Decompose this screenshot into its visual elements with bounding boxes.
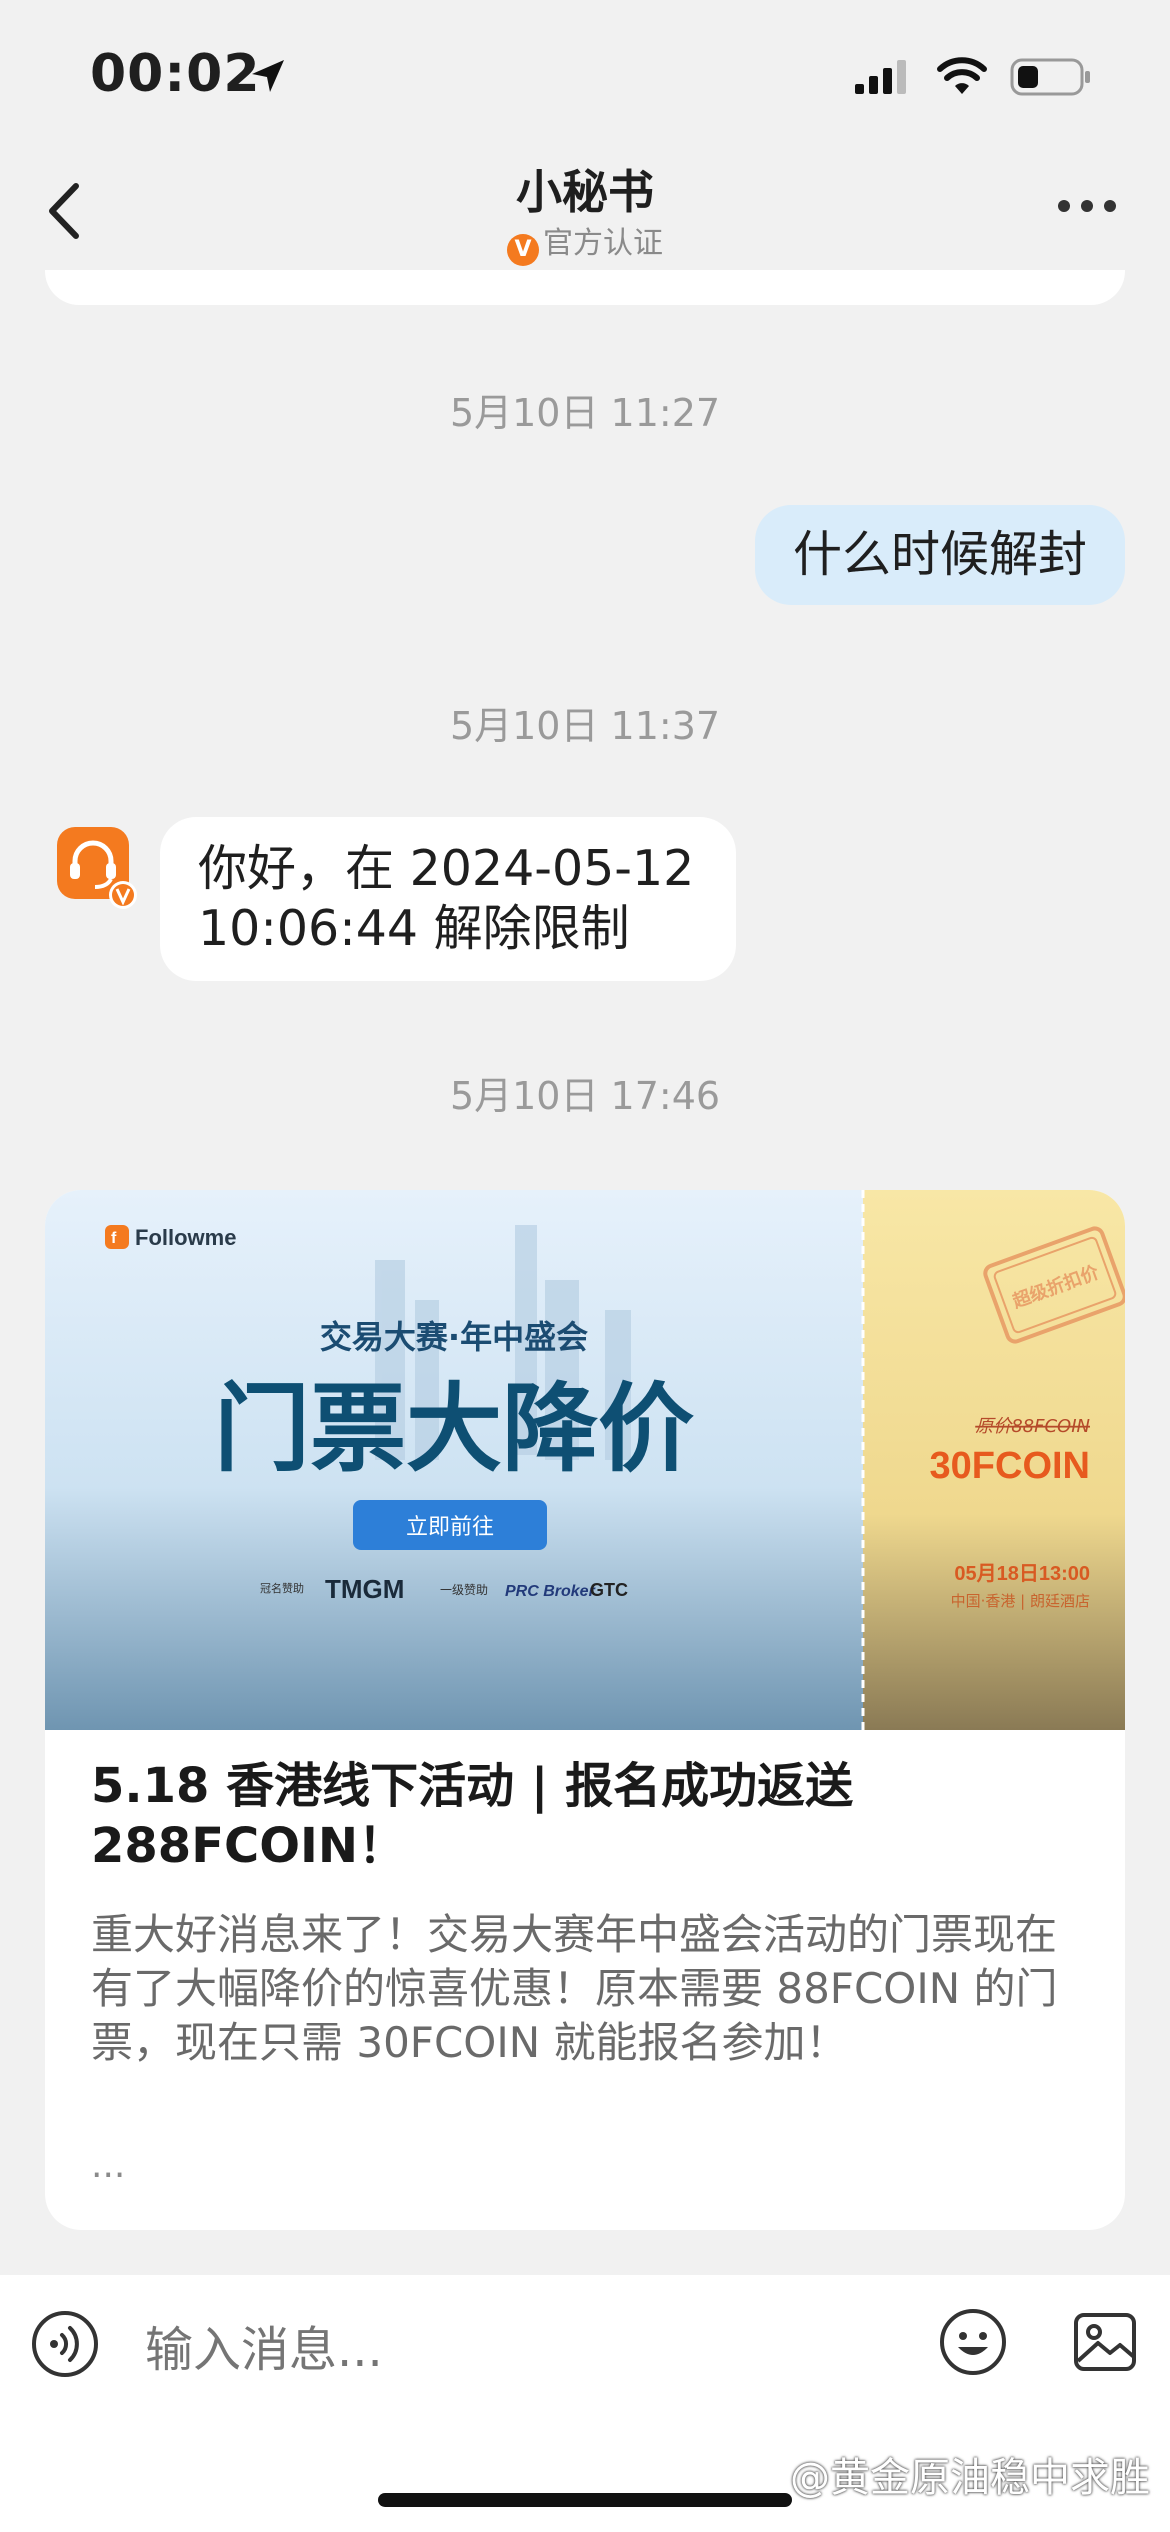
message-timestamp: 5月10日 11:27 — [449, 391, 721, 435]
message-input-bar: @黄金原油稳中求胜 — [0, 2275, 1170, 2532]
sponsor-label: 冠名赞助 — [260, 1581, 304, 1595]
status-bar: 00:02 — [0, 0, 1170, 140]
sponsor-prc: PRC Broker — [505, 1583, 596, 1600]
article-title[interactable]: 5.18 香港线下活动 | 报名成功返送 288FCOIN！ — [91, 1756, 1081, 1876]
verified-badge-icon: V — [507, 234, 539, 266]
outgoing-message-bubble[interactable]: 什么时候解封 — [754, 505, 1125, 605]
banner-cta-label: 立即前往 — [406, 1515, 494, 1540]
event-location: 中国·香港 | 朗廷酒店 — [951, 1592, 1090, 1610]
original-price: 原价88FCOIN — [975, 1416, 1090, 1437]
svg-text:f: f — [111, 1230, 117, 1247]
level-label: 一级赞助 — [440, 1583, 488, 1597]
verification-text: 官方认证 — [543, 226, 663, 261]
navigation-bar: 小秘书 V 官方认证 — [0, 140, 1170, 270]
location-arrow-icon — [252, 60, 284, 92]
cellular-signal-icon — [855, 60, 906, 94]
new-price: 30FCOIN — [930, 1445, 1090, 1487]
assistant-avatar-icon[interactable] — [55, 825, 141, 911]
article-card[interactable]: f Followme 交易大赛·年中盛会 门票大降价 立即前往 冠名赞助 TMG… — [45, 1190, 1125, 2230]
message-timestamp: 5月10日 11:37 — [449, 704, 721, 748]
banner-subtitle: 交易大赛·年中盛会 — [320, 1318, 588, 1356]
watermark-text: @黄金原油稳中求胜 — [790, 2455, 1150, 2501]
article-banner-image[interactable]: f Followme 交易大赛·年中盛会 门票大降价 立即前往 冠名赞助 TMG… — [45, 1190, 1125, 1730]
voice-input-icon[interactable] — [30, 2309, 100, 2379]
more-options-icon[interactable] — [1056, 198, 1118, 214]
sponsor-gtc: GTC — [590, 1580, 628, 1600]
image-picker-icon[interactable] — [1070, 2307, 1140, 2377]
home-indicator[interactable] — [378, 2493, 792, 2507]
page-title: 小秘书 — [516, 165, 654, 219]
banner-headline: 门票大降价 — [214, 1373, 694, 1485]
wifi-icon — [937, 57, 987, 94]
banner-graphic: f Followme 交易大赛·年中盛会 门票大降价 立即前往 冠名赞助 TMG… — [45, 1190, 1125, 1730]
article-more-ellipsis: ... — [91, 2145, 126, 2186]
verification-label: V 官方认证 — [0, 218, 1170, 266]
message-timestamp: 5月10日 17:46 — [449, 1074, 721, 1118]
emoji-icon[interactable] — [938, 2307, 1008, 2377]
incoming-message-bubble[interactable]: 你好，在 2024-05-12 10:06:44 解除限制 — [160, 817, 736, 981]
battery-icon — [1010, 58, 1090, 96]
previous-message-card — [45, 270, 1125, 305]
sponsor-tmgm: TMGM — [325, 1574, 404, 1604]
followme-logo-icon — [105, 1225, 129, 1249]
status-time: 00:02 — [90, 44, 261, 104]
event-date: 05月18日13:00 — [954, 1563, 1090, 1585]
banner-brand: Followme — [135, 1225, 236, 1250]
chat-area[interactable]: 5月10日 11:27 什么时候解封 5月10日 11:37 你好，在 2024… — [0, 270, 1170, 2255]
article-description: 重大好消息来了！交易大赛年中盛会活动的门票现在有了大幅降价的惊喜优惠！原本需要 … — [91, 1910, 1058, 2067]
message-input[interactable] — [145, 2315, 905, 2385]
